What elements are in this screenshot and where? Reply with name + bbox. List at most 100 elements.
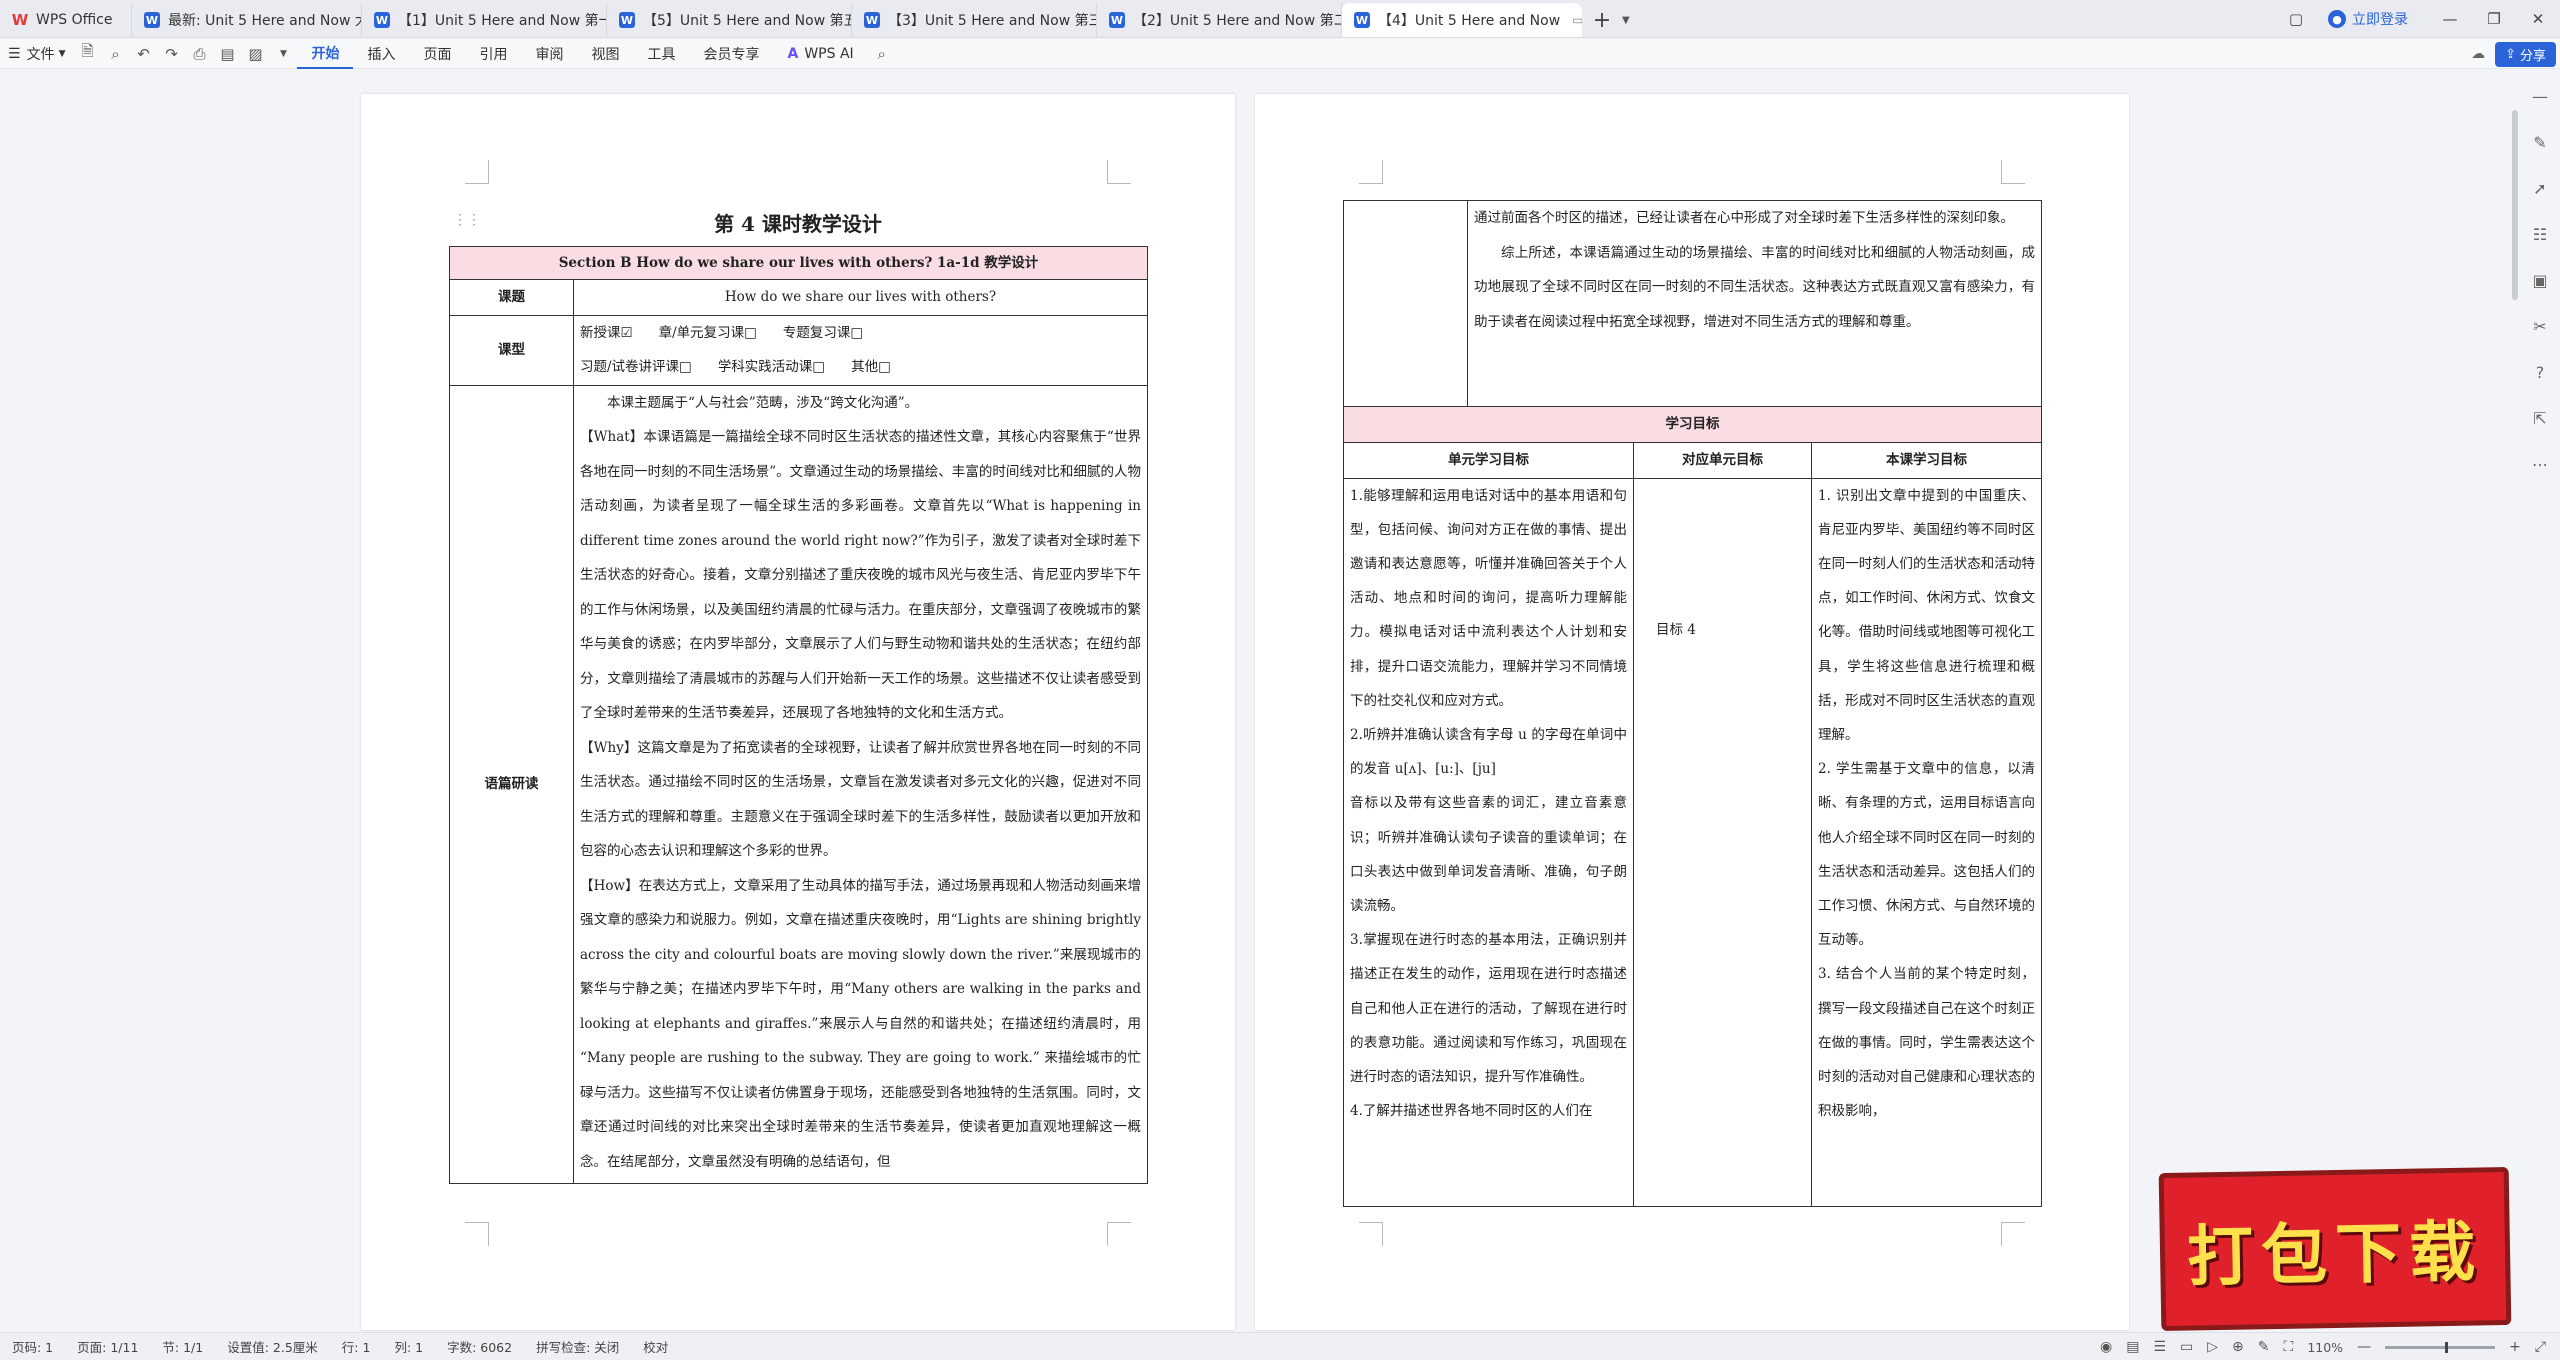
checkbox-option[interactable]: 专题复习课□ xyxy=(783,325,863,341)
fit-page-icon[interactable]: ⛶ xyxy=(2284,1339,2294,1355)
eye-protection-icon[interactable]: ◉ xyxy=(2100,1339,2112,1355)
outline-view-icon[interactable]: ☰ xyxy=(2153,1339,2166,1355)
chevron-down-icon[interactable]: ▼ xyxy=(1622,3,1642,37)
tab-document[interactable]: W 【1】Unit 5 Here and Now 第一课 xyxy=(362,3,607,37)
fullscreen-icon[interactable]: ⤢ xyxy=(2535,1339,2546,1355)
checkbox-option[interactable]: 习题/试卷讲评课□ xyxy=(580,359,692,375)
goals-column-header: 对应单元目标 xyxy=(1633,442,1812,479)
margin-corner-mark xyxy=(1359,1222,1383,1246)
checkbox-option[interactable]: 章/单元复习课□ xyxy=(659,325,757,341)
zoom-slider-thumb[interactable] xyxy=(2445,1341,2449,1353)
edit-mode-icon[interactable]: ✎ xyxy=(2258,1339,2270,1355)
tab-document[interactable]: W 【5】Unit 5 Here and Now 第五课 xyxy=(607,3,852,37)
minus-icon[interactable]: — xyxy=(2528,84,2552,108)
status-page-code[interactable]: 页码: 1 xyxy=(0,1337,65,1356)
undo-icon[interactable]: ↶ xyxy=(129,39,157,69)
minimize-icon[interactable]: — xyxy=(2428,0,2472,38)
menu-start[interactable]: 开始 xyxy=(297,39,354,69)
menu-page[interactable]: 页面 xyxy=(409,39,465,69)
close-window-icon[interactable]: ✕ xyxy=(2516,0,2560,38)
window-layout-icon[interactable]: ▢ xyxy=(2274,0,2318,38)
export-pdf-icon[interactable]: ▤ xyxy=(213,39,241,69)
page-view-icon[interactable]: ▤ xyxy=(2126,1339,2139,1355)
zoom-slider[interactable] xyxy=(2385,1341,2496,1353)
zoom-level[interactable]: 110% xyxy=(2307,1340,2343,1355)
redo-icon[interactable]: ↷ xyxy=(157,39,185,69)
status-right: ◉ ▤ ☰ ▭ ▷ ⊕ ✎ ⛶ 110% — + ⤢ xyxy=(2100,1333,2546,1360)
cloud-sync-icon[interactable]: ☁ xyxy=(2471,46,2485,62)
topic-value: How do we share our lives with others? xyxy=(573,279,1148,316)
zoom-in-icon[interactable]: + xyxy=(2509,1339,2521,1355)
analysis-paragraph: 【What】本课语篇是一篇描绘全球不同时区生活状态的描述性文章，其核心内容聚焦于… xyxy=(580,429,1141,721)
margin-corner-mark xyxy=(465,160,489,184)
menu-view[interactable]: 视图 xyxy=(577,39,633,69)
status-section[interactable]: 节: 1/1 xyxy=(150,1337,215,1356)
search-replace-icon[interactable]: ⌕ xyxy=(101,39,129,69)
margin-corner-mark xyxy=(1359,160,1383,184)
mapped-goal-cell: 目标 4 xyxy=(1633,477,1812,1207)
image-edit-icon[interactable]: ▣ xyxy=(2528,268,2552,292)
hamburger-icon: ☰ xyxy=(8,45,21,62)
checkbox-option[interactable]: 其他□ xyxy=(851,359,891,375)
vertical-scrollbar[interactable] xyxy=(2512,110,2518,300)
tab-active-document[interactable]: W 【4】Unit 5 Here and Now ▭ ✕ xyxy=(1342,3,1582,37)
status-col[interactable]: 列: 1 xyxy=(382,1337,435,1356)
tab-document[interactable]: W 【2】Unit 5 Here and Now 第二课 xyxy=(1097,3,1342,37)
checkbox-option[interactable]: 学科实践活动课□ xyxy=(718,359,825,375)
status-spellcheck[interactable]: 拼写检查: 关闭 xyxy=(524,1337,631,1356)
word-doc-icon: W xyxy=(1109,12,1125,28)
search-icon[interactable]: ⌕ xyxy=(868,39,896,69)
margin-corner-mark xyxy=(1107,160,1131,184)
monitor-icon[interactable]: ▭ xyxy=(1572,13,1582,27)
status-proof[interactable]: 校对 xyxy=(631,1337,680,1356)
wps-ai-label: WPS AI xyxy=(804,45,854,62)
tab-wps-office[interactable]: W WPS Office xyxy=(0,3,132,37)
menu-member[interactable]: 会员专享 xyxy=(689,39,773,69)
status-row[interactable]: 行: 1 xyxy=(330,1337,383,1356)
tab-label: 【1】Unit 5 Here and Now 第一课 xyxy=(398,13,607,29)
download-promo-badge[interactable]: 打包下载 xyxy=(2158,1166,2512,1332)
share-button[interactable]: ⇪ 分享 xyxy=(2495,41,2556,67)
unit-goal-item: 音标以及带有这些音素的词汇，建立音素意识；听辨并准确认读句子读音的重读单词；在口… xyxy=(1350,795,1627,914)
login-button[interactable]: ● 立即登录 xyxy=(2328,9,2408,29)
goals-column-header: 单元学习目标 xyxy=(1343,442,1634,479)
tab-document[interactable]: W 最新: Unit 5 Here and Now 大单元 xyxy=(132,3,362,37)
analysis-paragraph: 【How】在表达方式上，文章采用了生动具体的描写手法，通过场景再现和人物活动刻画… xyxy=(580,877,1141,1170)
tab-document[interactable]: W 【3】Unit 5 Here and Now 第三课 xyxy=(852,3,1097,37)
file-menu-button[interactable]: ☰ 文件 ▼ xyxy=(0,39,73,69)
read-mode-icon[interactable]: ▭ xyxy=(2180,1339,2193,1355)
help-icon[interactable]: ? xyxy=(2528,360,2552,384)
menu-tools[interactable]: 工具 xyxy=(633,39,689,69)
play-icon[interactable]: ▷ xyxy=(2207,1339,2218,1355)
save-icon[interactable]: 🗎 xyxy=(73,39,101,69)
new-tab-button[interactable]: + xyxy=(1582,3,1622,37)
learning-goals-header: 学习目标 xyxy=(1342,406,2043,443)
menu-references[interactable]: 引用 xyxy=(465,39,521,69)
chevron-down-icon[interactable]: ▼ xyxy=(269,39,297,69)
status-setting[interactable]: 设置值: 2.5厘米 xyxy=(215,1337,330,1356)
restore-icon[interactable]: ❐ xyxy=(2472,0,2516,38)
status-word-count[interactable]: 字数: 6062 xyxy=(435,1337,524,1356)
unit-goal-item: 1.能够理解和运用电话对话中的基本用语和句型，包括问候、询问对方正在做的事情、提… xyxy=(1350,487,1627,709)
settings-sliders-icon[interactable]: ☷ xyxy=(2528,222,2552,246)
tab-label: 【5】Unit 5 Here and Now 第五课 xyxy=(643,13,852,29)
web-view-icon[interactable]: ⊕ xyxy=(2232,1339,2244,1355)
checkbox-option[interactable]: 新授课☑ xyxy=(580,325,633,341)
zoom-out-icon[interactable]: — xyxy=(2357,1339,2371,1355)
pen-icon[interactable]: ✎ xyxy=(2528,130,2552,154)
share-panel-icon[interactable]: ⇱ xyxy=(2528,406,2552,430)
menu-review[interactable]: 审阅 xyxy=(521,39,577,69)
ribbon-right: ☁ ⇪ 分享 xyxy=(2471,39,2556,69)
learning-goals-table: 学习目标 单元学习目标 对应单元目标 本课学习目标 1.能够理解和运用电话对话中… xyxy=(1342,406,2043,1207)
wps-ai-button[interactable]: A WPS AI xyxy=(773,46,867,62)
tab-label: WPS Office xyxy=(36,12,113,28)
status-page-count[interactable]: 页面: 1/11 xyxy=(65,1337,150,1356)
more-icon[interactable]: ⋯ xyxy=(2528,452,2552,476)
image-icon[interactable]: ▨ xyxy=(241,39,269,69)
print-icon[interactable]: ⎙ xyxy=(185,39,213,69)
menu-insert[interactable]: 插入 xyxy=(353,39,409,69)
cursor-icon[interactable]: ➚ xyxy=(2528,176,2552,200)
analysis-paragraph: 通过前面各个时区的描述，已经让读者在心中形成了对全球时差下生活多样性的深刻印象。 xyxy=(1474,210,2014,226)
word-doc-icon: W xyxy=(1354,12,1370,28)
tools-icon[interactable]: ✂ xyxy=(2528,314,2552,338)
